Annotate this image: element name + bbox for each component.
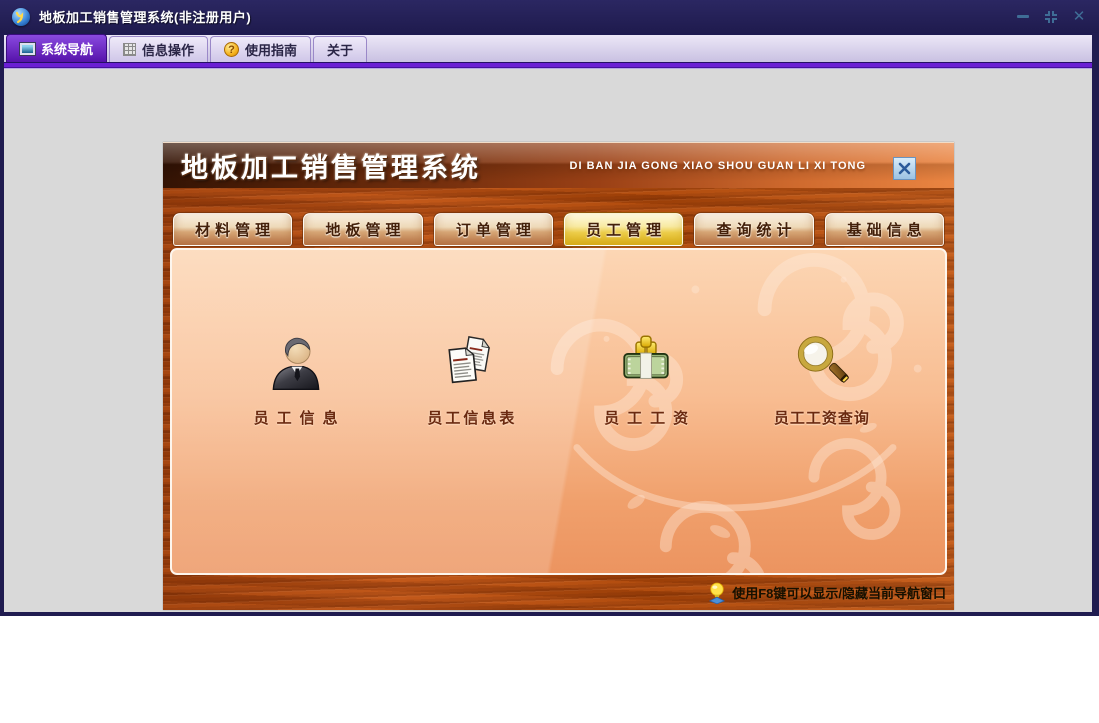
lightbulb-icon [707,581,727,605]
panel-subtitle: DI BAN JIA GONG XIAO SHOU GUAN LI XI TON… [570,160,866,172]
app-window: 地板加工销售管理系统(非注册用户) ✕ 系统导航 信息操作 ? 使用指南 [0,0,1099,616]
ptab-query-stats[interactable]: 查询统计 [694,213,813,246]
panel-header: 地板加工销售管理系统 DI BAN JIA GONG XIAO SHOU GUA… [163,142,954,188]
navigator-panel: 地板加工销售管理系统 DI BAN JIA GONG XIAO SHOU GUA… [163,142,954,610]
minimize-icon [1017,15,1029,18]
tab-user-guide[interactable]: ? 使用指南 [210,36,311,62]
panel-tabs: 材料管理 地板管理 订单管理 员工管理 查询统计 基础信息 [163,213,954,246]
window-border-bottom [0,612,1099,616]
ptab-floor-mgmt[interactable]: 地板管理 [303,213,422,246]
panel-title: 地板加工销售管理系统 [181,146,481,185]
businessman-icon [267,334,325,392]
close-button[interactable]: ✕ [1071,9,1087,25]
grid-icon [123,43,136,56]
nav-item-label: 员工信息表 [424,407,517,428]
tab-info-operations[interactable]: 信息操作 [109,36,208,62]
ptab-basic-info[interactable]: 基础信息 [825,213,944,246]
nav-item-label: 员工工资查询 [773,407,870,428]
restore-icon [1044,10,1058,24]
monitor-icon [20,43,35,55]
panel-close-button[interactable] [893,157,916,180]
question-icon: ? [224,42,239,57]
tab-label: 关于 [327,40,353,59]
titlebar: 地板加工销售管理系统(非注册用户) ✕ [0,0,1099,33]
magnifier-icon [792,334,850,392]
nav-item-label: 员工工资 [596,407,696,428]
panel-content: 员工信息 [170,248,947,575]
accent-strip [4,62,1092,69]
nav-item-label: 员工信息 [246,407,346,428]
app-logo-icon [12,8,30,26]
nav-items: 员工信息 [172,334,945,428]
window-controls: ✕ [1015,9,1087,25]
tab-label: 系统导航 [41,39,93,58]
close-icon: ✕ [1073,9,1086,24]
tab-label: 信息操作 [142,40,194,59]
window-border-left [0,0,4,616]
close-icon [898,162,911,175]
ptab-employee-mgmt[interactable]: 员工管理 [564,213,683,246]
menu-tabbar: 系统导航 信息操作 ? 使用指南 关于 [4,33,1092,62]
ptab-material-mgmt[interactable]: 材料管理 [173,213,292,246]
tab-system-navigation[interactable]: 系统导航 [6,34,107,62]
window-title: 地板加工销售管理系统(非注册用户) [39,7,251,26]
statusbar-hint: 使用F8键可以显示/隐藏当前导航窗口 [732,583,946,602]
tab-about[interactable]: 关于 [313,36,367,62]
panel-statusbar: 使用F8键可以显示/隐藏当前导航窗口 [163,575,954,610]
nav-item-employee-info[interactable]: 员工信息 [216,334,376,428]
money-icon [617,334,675,392]
ptab-order-mgmt[interactable]: 订单管理 [434,213,553,246]
app-logo-swoosh [14,10,28,24]
documents-icon [442,334,500,392]
restore-button[interactable] [1043,9,1059,25]
nav-item-employee-info-table[interactable]: 员工信息表 [391,334,551,428]
tab-label: 使用指南 [245,40,297,59]
nav-item-employee-wage-query[interactable]: 员工工资查询 [741,334,901,428]
nav-item-employee-wages[interactable]: 员工工资 [566,334,726,428]
workspace: 地板加工销售管理系统 DI BAN JIA GONG XIAO SHOU GUA… [4,69,1092,612]
panel-body: 材料管理 地板管理 订单管理 员工管理 查询统计 基础信息 [163,188,954,610]
window-border-right [1092,0,1099,616]
minimize-button[interactable] [1015,9,1031,25]
